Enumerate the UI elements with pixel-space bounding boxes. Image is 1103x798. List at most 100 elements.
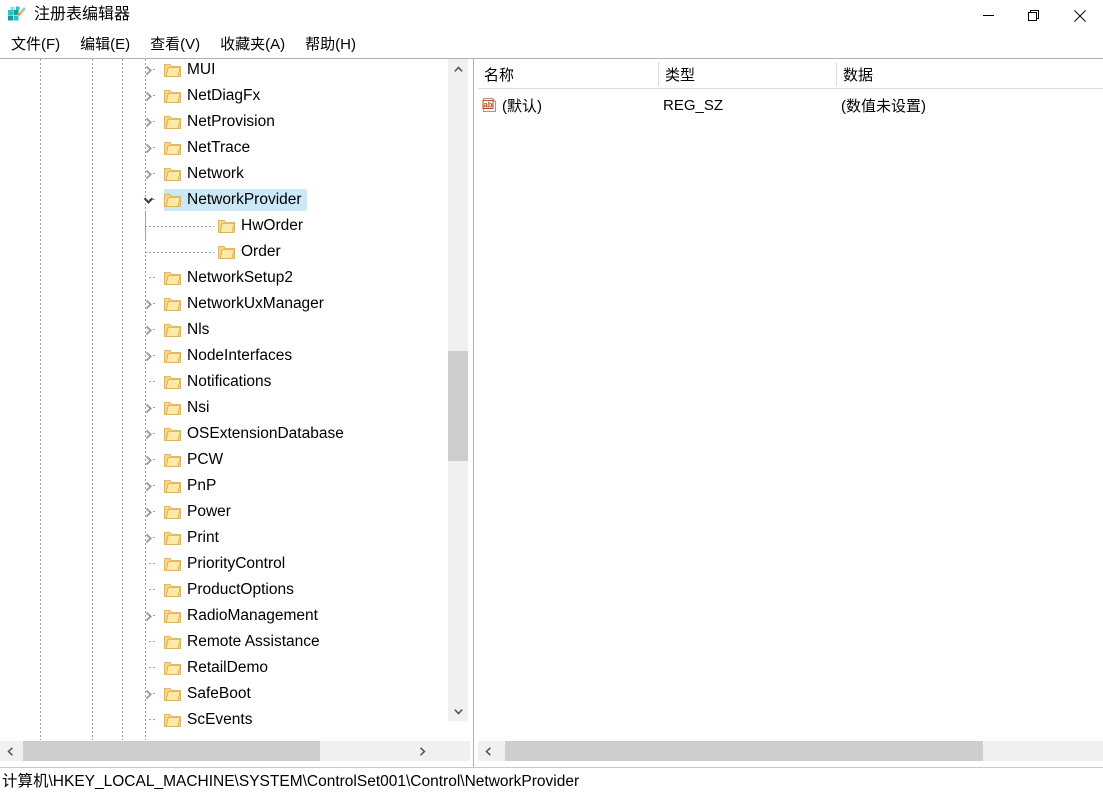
chevron-right-icon[interactable] bbox=[140, 291, 156, 317]
column-type[interactable]: 类型 bbox=[659, 59, 836, 89]
tree-scroll-left-button[interactable] bbox=[0, 741, 20, 761]
tree-item[interactable]: NetProvision bbox=[164, 111, 280, 133]
chevron-right-icon[interactable] bbox=[140, 603, 156, 629]
tree-item[interactable]: Order bbox=[218, 241, 286, 263]
tree-item[interactable]: Print bbox=[164, 527, 224, 549]
tree-row[interactable]: ScEvents bbox=[0, 707, 448, 733]
tree-row[interactable]: HwOrder bbox=[0, 213, 448, 239]
tree-row[interactable]: Notifications bbox=[0, 369, 448, 395]
values-horizontal-scrollbar[interactable] bbox=[478, 741, 1103, 761]
tree-item[interactable]: NetworkUxManager bbox=[164, 293, 329, 315]
tree-item[interactable]: NetworkSetup2 bbox=[164, 267, 298, 289]
tree-row[interactable]: RadioManagement bbox=[0, 603, 448, 629]
tree-row[interactable]: PCW bbox=[0, 447, 448, 473]
tree-row[interactable]: RetailDemo bbox=[0, 655, 448, 681]
chevron-down-icon[interactable] bbox=[140, 187, 156, 213]
restore-button[interactable] bbox=[1011, 0, 1057, 31]
chevron-right-icon[interactable] bbox=[140, 109, 156, 135]
tree-item[interactable]: RadioManagement bbox=[164, 605, 323, 627]
tree-item[interactable]: SafeBoot bbox=[164, 683, 256, 705]
values-scroll-left-button[interactable] bbox=[478, 741, 498, 761]
value-data-cell[interactable]: (数值未设置) bbox=[841, 92, 1101, 118]
tree-scroll-thumb[interactable] bbox=[448, 351, 468, 461]
tree-row[interactable]: Nsi bbox=[0, 395, 448, 421]
tree-scroll-up-button[interactable] bbox=[448, 59, 468, 79]
tree-item[interactable]: PCW bbox=[164, 449, 228, 471]
tree-row[interactable]: NetTrace bbox=[0, 135, 448, 161]
tree-item[interactable]: ProductOptions bbox=[164, 579, 299, 601]
tree-vertical-scrollbar[interactable] bbox=[448, 59, 468, 721]
values-hscroll-thumb[interactable] bbox=[505, 741, 983, 761]
column-name[interactable]: 名称 bbox=[478, 59, 658, 89]
chevron-right-icon[interactable] bbox=[140, 395, 156, 421]
tree-scroll-down-button[interactable] bbox=[448, 701, 468, 721]
menu-view[interactable]: 查看(V) bbox=[141, 33, 209, 57]
tree-row[interactable]: PnP bbox=[0, 473, 448, 499]
tree-item[interactable] bbox=[164, 735, 192, 740]
tree-item[interactable]: Power bbox=[164, 501, 236, 523]
chevron-right-icon[interactable] bbox=[140, 161, 156, 187]
tree-item[interactable]: Nls bbox=[164, 319, 214, 341]
chevron-right-icon[interactable] bbox=[140, 421, 156, 447]
tree-row[interactable]: NetDiagFx bbox=[0, 83, 448, 109]
tree-item[interactable]: MUI bbox=[164, 59, 220, 81]
tree-item[interactable]: Remote Assistance bbox=[164, 631, 325, 653]
tree-item[interactable]: OSExtensionDatabase bbox=[164, 423, 349, 445]
chevron-right-icon[interactable] bbox=[140, 59, 156, 83]
tree-row[interactable]: ProductOptions bbox=[0, 577, 448, 603]
tree-row[interactable]: NetworkUxManager bbox=[0, 291, 448, 317]
tree-hscroll-thumb[interactable] bbox=[23, 741, 320, 761]
tree-row[interactable]: NetworkProvider bbox=[0, 187, 448, 213]
tree-row[interactable]: NetworkSetup2 bbox=[0, 265, 448, 291]
minimize-button[interactable] bbox=[965, 0, 1011, 31]
tree-row[interactable]: SafeBoot bbox=[0, 681, 448, 707]
menu-edit[interactable]: 编辑(E) bbox=[71, 33, 139, 57]
value-name-cell[interactable]: ab (默认) bbox=[482, 92, 658, 118]
value-type-cell[interactable]: REG_SZ bbox=[663, 92, 835, 118]
tree-row[interactable]: NodeInterfaces bbox=[0, 343, 448, 369]
tree-item[interactable]: RetailDemo bbox=[164, 657, 273, 679]
tree-row[interactable]: OSExtensionDatabase bbox=[0, 421, 448, 447]
close-button[interactable] bbox=[1057, 0, 1103, 31]
chevron-right-icon[interactable] bbox=[140, 499, 156, 525]
tree-item[interactable]: PnP bbox=[164, 475, 221, 497]
tree-row[interactable]: Remote Assistance bbox=[0, 629, 448, 655]
tree-item[interactable]: PriorityControl bbox=[164, 553, 290, 575]
tree-item[interactable]: Network bbox=[164, 163, 249, 185]
chevron-right-icon[interactable] bbox=[140, 343, 156, 369]
menu-favorites[interactable]: 收藏夹(A) bbox=[211, 33, 294, 57]
tree-row[interactable]: NetProvision bbox=[0, 109, 448, 135]
chevron-right-icon[interactable] bbox=[140, 473, 156, 499]
tree-item[interactable]: NetDiagFx bbox=[164, 85, 265, 107]
tree-row[interactable]: Order bbox=[0, 239, 448, 265]
chevron-right-icon[interactable] bbox=[140, 317, 156, 343]
tree-scroll-right-button[interactable] bbox=[412, 741, 432, 761]
tree-row[interactable]: Network bbox=[0, 161, 448, 187]
tree-row[interactable]: Print bbox=[0, 525, 448, 551]
tree-item[interactable]: ScEvents bbox=[164, 709, 257, 731]
chevron-right-icon[interactable] bbox=[140, 681, 156, 707]
chevron-right-icon[interactable] bbox=[140, 135, 156, 161]
menu-file[interactable]: 文件(F) bbox=[2, 33, 69, 57]
tree-horizontal-scrollbar[interactable] bbox=[0, 741, 470, 761]
table-row[interactable]: ab (默认) REG_SZ (数值未设置) bbox=[478, 92, 1103, 118]
tree-row[interactable]: MUI bbox=[0, 59, 448, 83]
chevron-right-icon[interactable] bbox=[140, 525, 156, 551]
tree-item[interactable]: HwOrder bbox=[218, 215, 308, 237]
tree-item[interactable]: NodeInterfaces bbox=[164, 345, 297, 367]
window-controls bbox=[965, 0, 1103, 31]
tree-item[interactable]: Notifications bbox=[164, 371, 276, 393]
tree-item[interactable]: NetTrace bbox=[164, 137, 255, 159]
menu-help[interactable]: 帮助(H) bbox=[296, 33, 365, 57]
tree-row[interactable]: Power bbox=[0, 499, 448, 525]
column-data[interactable]: 数据 bbox=[837, 59, 1103, 89]
tree-row[interactable]: PriorityControl bbox=[0, 551, 448, 577]
tree-row-partial[interactable] bbox=[0, 733, 448, 740]
registry-tree[interactable]: MUI NetDiagFx NetProvision NetTrace Network N… bbox=[0, 59, 448, 740]
tree-item[interactable]: Nsi bbox=[164, 397, 214, 419]
chevron-right-icon[interactable] bbox=[140, 447, 156, 473]
chevron-right-icon[interactable] bbox=[140, 83, 156, 109]
tree-item-selected[interactable]: NetworkProvider bbox=[164, 189, 307, 211]
tree-row[interactable]: Nls bbox=[0, 317, 448, 343]
pane-splitter[interactable] bbox=[470, 59, 478, 767]
